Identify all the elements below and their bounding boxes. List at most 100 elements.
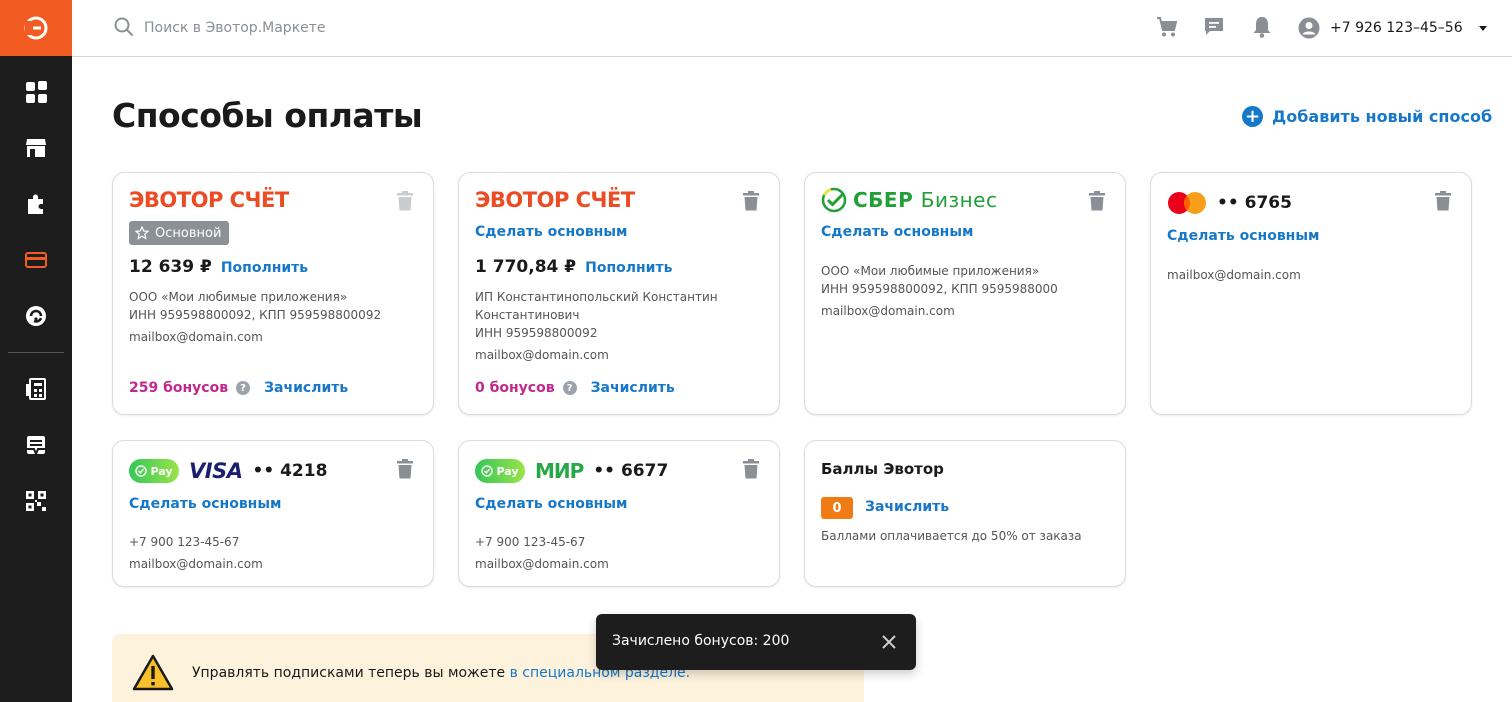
store-icon xyxy=(26,139,46,157)
org-name-line2: Константинович xyxy=(475,308,580,322)
evotor-points-card: Баллы Эвотор 0 Зачислить Баллами оплачив… xyxy=(804,440,1126,587)
payment-card-mir: Pay МИР •• 6677 Сделать основным +7 900 … xyxy=(458,440,780,587)
trash-icon[interactable] xyxy=(1435,191,1451,211)
avatar-icon xyxy=(1298,17,1320,39)
nav-qr[interactable] xyxy=(0,481,72,521)
credit-card-icon xyxy=(25,252,47,268)
nav-store[interactable] xyxy=(0,128,72,168)
card-email: mailbox@domain.com xyxy=(821,304,955,318)
card-email: mailbox@domain.com xyxy=(475,348,609,362)
make-main-link[interactable]: Сделать основным xyxy=(1167,228,1319,244)
card-number: •• 4218 xyxy=(252,461,328,481)
sberpay-badge: Pay xyxy=(129,459,179,483)
points-note: Баллами оплачивается до 50% от заказа xyxy=(821,529,1082,543)
topup-link[interactable]: Пополнить xyxy=(221,260,308,276)
points-title: Баллы Эвотор xyxy=(821,460,944,478)
warning-icon xyxy=(132,654,174,691)
card-number: •• 6677 xyxy=(593,461,669,481)
payment-card-mastercard: •• 6765 Сделать основным mailbox@domain.… xyxy=(1150,172,1472,415)
sberpay-badge: Pay xyxy=(475,459,525,483)
org-inn: ИНН 959598800092, КПП 959598800092 xyxy=(129,308,382,322)
org-inn: ИНН 959598800092, КПП 9595988000 xyxy=(821,282,1058,296)
trash-icon[interactable] xyxy=(1089,191,1105,211)
subscription-icon xyxy=(26,306,46,326)
toast-notification: Зачислено бонусов: 200 xyxy=(596,614,916,670)
plus-circle-icon: + xyxy=(1242,106,1263,127)
balance-amount: 12 639 ₽ xyxy=(129,257,212,277)
card-number: •• 6765 xyxy=(1217,193,1292,213)
cart-icon[interactable] xyxy=(1156,16,1178,38)
receipt-icon xyxy=(27,436,45,455)
make-main-link[interactable]: Сделать основным xyxy=(129,496,281,512)
make-main-link[interactable]: Сделать основным xyxy=(475,496,627,512)
check-circle-icon xyxy=(135,465,148,477)
user-phone: +7 926 123–45–56 xyxy=(1330,20,1463,36)
make-main-link[interactable]: Сделать основным xyxy=(821,224,973,240)
star-icon xyxy=(135,226,149,240)
toast-message: Зачислено бонусов: 200 xyxy=(612,633,790,649)
evotor-logo-icon xyxy=(24,16,48,40)
card-email: mailbox@domain.com xyxy=(129,557,263,571)
points-value: 0 xyxy=(821,497,853,519)
credit-bonus-link[interactable]: Зачислить xyxy=(591,380,675,396)
make-main-link[interactable]: Сделать основным xyxy=(475,224,627,240)
sberpay-label: Pay xyxy=(496,464,519,478)
sber-business-logo: СБЕР Бизнес xyxy=(821,187,997,213)
top-header: +7 926 123–45–56 xyxy=(72,0,1512,57)
add-payment-method-label: Добавить новый способ xyxy=(1272,107,1493,126)
check-circle-icon xyxy=(481,465,494,477)
visa-logo: VISA xyxy=(189,459,243,483)
bonus-count: 259 бонусов xyxy=(129,380,229,396)
card-email: mailbox@domain.com xyxy=(1167,268,1301,282)
search-icon xyxy=(114,17,134,37)
nav-payment-methods[interactable] xyxy=(0,240,72,280)
trash-icon[interactable] xyxy=(397,191,413,211)
main-badge: Основной xyxy=(129,221,230,245)
bell-icon[interactable] xyxy=(1252,16,1272,38)
trash-icon[interactable] xyxy=(397,459,413,479)
nav-dashboard[interactable] xyxy=(0,72,72,112)
org-name: ООО «Мои любимые приложения» xyxy=(129,290,348,304)
evotor-account-logo: ЭВОТОР СЧЁТ xyxy=(475,188,635,212)
card-phone: +7 900 123-45-67 xyxy=(475,535,586,549)
card-email: mailbox@domain.com xyxy=(129,330,263,344)
payment-card-visa: Pay VISA •• 4218 Сделать основным +7 900… xyxy=(112,440,434,587)
card-email: mailbox@domain.com xyxy=(475,557,609,571)
page-title: Способы оплаты xyxy=(112,96,423,135)
mir-logo: МИР xyxy=(535,459,584,483)
trash-icon[interactable] xyxy=(743,459,759,479)
search-input[interactable] xyxy=(144,14,544,42)
nav-documents[interactable] xyxy=(0,425,72,465)
bonus-count: 0 бонусов xyxy=(475,380,555,396)
help-icon[interactable]: ? xyxy=(562,381,577,395)
trash-icon[interactable] xyxy=(743,191,759,211)
qr-code-icon xyxy=(26,491,46,511)
chevron-down-icon[interactable] xyxy=(1478,25,1487,31)
credit-points-link[interactable]: Зачислить xyxy=(865,499,949,515)
sber-brand: СБЕР xyxy=(853,188,914,212)
balance-amount: 1 770,84 ₽ xyxy=(475,257,577,277)
payment-card-evotor-main: ЭВОТОР СЧЁТ Основной 12 639 ₽ Пополнить … xyxy=(112,172,434,415)
topup-link[interactable]: Пополнить xyxy=(585,260,672,276)
nav-subscriptions[interactable] xyxy=(0,296,72,336)
nav-cash-register[interactable] xyxy=(0,369,72,409)
payment-card-evotor-secondary: ЭВОТОР СЧЁТ Сделать основным 1 770,84 ₽ … xyxy=(458,172,780,415)
user-menu[interactable]: +7 926 123–45–56 xyxy=(1298,14,1487,42)
evotor-account-logo: ЭВОТОР СЧЁТ xyxy=(129,188,289,212)
sidebar-divider xyxy=(8,352,64,353)
card-phone: +7 900 123-45-67 xyxy=(129,535,240,549)
close-icon[interactable] xyxy=(880,633,898,651)
evotor-logo[interactable] xyxy=(0,0,72,56)
mastercard-logo-icon xyxy=(1168,192,1206,214)
org-name-line1: ИП Константинопольский Константин xyxy=(475,290,718,304)
payment-card-sber-business: СБЕР Бизнес Сделать основным ООО «Мои лю… xyxy=(804,172,1126,415)
sberpay-label: Pay xyxy=(150,464,173,478)
credit-bonus-link[interactable]: Зачислить xyxy=(264,380,348,396)
help-icon[interactable]: ? xyxy=(236,381,251,395)
main-badge-label: Основной xyxy=(155,225,222,241)
chat-icon[interactable] xyxy=(1204,16,1224,36)
add-payment-method-button[interactable]: + Добавить новый способ xyxy=(1242,106,1492,127)
org-inn: ИНН 959598800092 xyxy=(475,326,598,340)
cash-register-icon xyxy=(26,378,46,400)
nav-apps[interactable] xyxy=(0,184,72,224)
